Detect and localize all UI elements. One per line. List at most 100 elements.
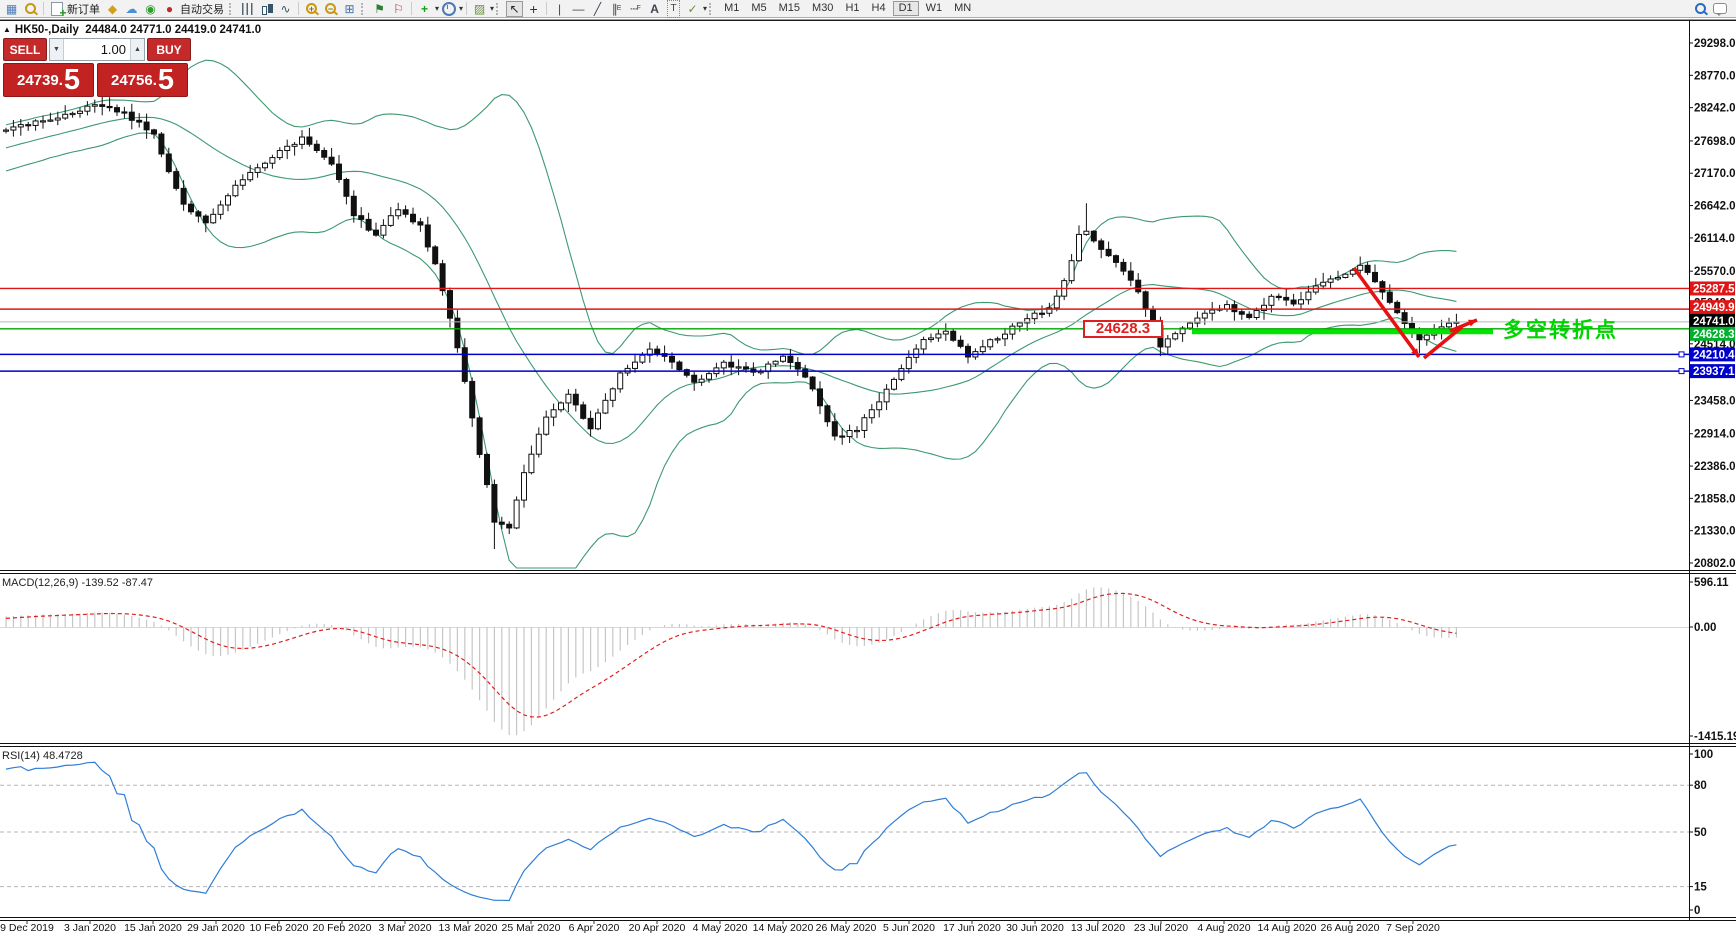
svg-text:20802.0: 20802.0 [1694, 558, 1736, 570]
svg-text:24741.0: 24741.0 [1693, 316, 1735, 328]
one-click-trading-panel: SELL ▼ 1.00 ▲ BUY 24739.5 24756.5 [3, 38, 191, 97]
svg-text:25570.0: 25570.0 [1694, 266, 1736, 278]
autotrading-label[interactable]: 自动交易 [180, 1, 224, 17]
bar-chart-icon[interactable] [239, 1, 256, 17]
date-axis: 9 Dec 20193 Jan 202015 Jan 202029 Jan 20… [0, 920, 1440, 934]
svg-text:17 Jun 2020: 17 Jun 2020 [943, 922, 1001, 934]
svg-text:3 Jan 2020: 3 Jan 2020 [64, 922, 116, 934]
price-tag-23937.1: 23937.1 [1690, 364, 1735, 378]
bollinger-lower-line [6, 133, 1456, 568]
timeframe-button-M1[interactable]: M1 [719, 1, 744, 16]
svg-text:4 May 2020: 4 May 2020 [693, 922, 748, 934]
svg-text:5 Jun 2020: 5 Jun 2020 [883, 922, 935, 934]
price-tag-24949.9: 24949.9 [1690, 300, 1735, 314]
line-chart-icon[interactable]: ∿ [277, 1, 294, 17]
svg-text:30 Jun 2020: 30 Jun 2020 [1006, 922, 1064, 934]
timeframe-button-MN[interactable]: MN [949, 1, 976, 16]
lot-increase-button[interactable]: ▲ [130, 39, 144, 60]
new-order-icon[interactable] [48, 1, 65, 17]
new-chart-dropdown-icon[interactable]: ▾ [435, 4, 439, 13]
svg-text:27170.0: 27170.0 [1694, 168, 1736, 180]
chart-window-icon[interactable]: ▦ [3, 1, 20, 17]
sell-button[interactable]: SELL [3, 38, 47, 61]
svg-text:23458.0: 23458.0 [1694, 395, 1736, 407]
periods-icon[interactable] [440, 1, 457, 17]
svg-text:21858.0: 21858.0 [1694, 493, 1736, 505]
timeframe-button-H1[interactable]: H1 [840, 1, 864, 16]
lot-decrease-button[interactable]: ▼ [50, 39, 64, 60]
new-order-label[interactable]: 新订单 [67, 1, 100, 17]
timeframe-button-D1[interactable]: D1 [893, 1, 919, 16]
price-tag-25287.5: 25287.5 [1690, 281, 1735, 295]
vertical-line-tool-icon[interactable]: | [551, 1, 568, 17]
svg-text:80: 80 [1694, 780, 1707, 792]
svg-text:20 Apr 2020: 20 Apr 2020 [629, 922, 686, 934]
svg-text:28242.0: 28242.0 [1694, 103, 1736, 115]
autotrading-icon[interactable]: ● [161, 1, 178, 17]
buy-button[interactable]: BUY [147, 38, 191, 61]
chart-title: ▲HK50-,Daily 24484.0 24771.0 24419.0 247… [3, 24, 261, 36]
svg-text:9 Dec 2019: 9 Dec 2019 [0, 922, 54, 934]
bollinger-middle-line [6, 117, 1456, 443]
line-handle[interactable] [1679, 369, 1684, 374]
timeframe-button-M30[interactable]: M30 [807, 1, 838, 16]
fibonacci-tool-icon[interactable]: ┄F [627, 1, 644, 17]
buy-price-main: 24756. [111, 66, 157, 96]
indicator-list-icon[interactable]: ⚐ [390, 1, 407, 17]
candlestick-chart-icon[interactable] [258, 1, 275, 17]
rsi-label: RSI(14) 48.4728 [2, 750, 83, 762]
templates-icon[interactable]: ▨ [471, 1, 488, 17]
lot-size-stepper: ▼ 1.00 ▲ [49, 38, 145, 61]
level-lines-layer[interactable] [0, 288, 1689, 373]
svg-text:22386.0: 22386.0 [1694, 461, 1736, 473]
svg-text:14 May 2020: 14 May 2020 [753, 922, 814, 934]
new-chart-icon[interactable]: + [416, 1, 433, 17]
sell-price-tile[interactable]: 24739.5 [3, 63, 94, 97]
arrows-tool-icon[interactable]: ✓ [684, 1, 701, 17]
channel-tool-icon[interactable]: ∥E [608, 1, 625, 17]
signals-icon[interactable]: ◉ [142, 1, 159, 17]
search-icon[interactable] [1692, 1, 1709, 17]
market-watch-icon[interactable] [22, 1, 39, 17]
price-tag-24741.0: 24741.0 [1690, 314, 1735, 328]
svg-text:23 Jul 2020: 23 Jul 2020 [1134, 922, 1188, 934]
timeframe-button-W1[interactable]: W1 [921, 1, 948, 16]
macd-signal-line [6, 593, 1456, 717]
lot-size-value[interactable]: 1.00 [64, 39, 130, 60]
buy-price-tile[interactable]: 24756.5 [97, 63, 188, 97]
svg-text:15 Jan 2020: 15 Jan 2020 [124, 922, 182, 934]
svg-text:4 Aug 2020: 4 Aug 2020 [1197, 922, 1250, 934]
community-icon[interactable]: ☁ [123, 1, 140, 17]
zoom-out-icon[interactable]: − [322, 1, 339, 17]
line-handle[interactable] [1679, 352, 1684, 357]
timeframe-button-M15[interactable]: M15 [774, 1, 805, 16]
price-annotation-box[interactable]: 24628.3 [1083, 320, 1163, 338]
timeframe-button-H4[interactable]: H4 [867, 1, 891, 16]
arrows-dropdown-icon[interactable]: ▾ [703, 4, 707, 13]
tile-windows-icon[interactable]: ⊞ [341, 1, 358, 17]
text-label-tool-icon[interactable]: T [665, 1, 682, 17]
timeframe-button-M5[interactable]: M5 [746, 1, 771, 16]
trendline-tool-icon[interactable]: ╱ [589, 1, 606, 17]
indicators-icon[interactable]: ⚑ [371, 1, 388, 17]
templates-dropdown-icon[interactable]: ▾ [490, 4, 494, 13]
periods-dropdown-icon[interactable]: ▾ [459, 4, 463, 13]
svg-text:-1415.19: -1415.19 [1694, 731, 1736, 743]
svg-text:24949.9: 24949.9 [1693, 302, 1735, 314]
crosshair-tool-icon[interactable]: + [525, 1, 542, 17]
macd-label: MACD(12,26,9) -139.52 -87.47 [2, 577, 153, 589]
text-tool-icon[interactable]: A [646, 1, 663, 17]
chat-icon[interactable] [1711, 1, 1728, 17]
svg-text:13 Jul 2020: 13 Jul 2020 [1071, 922, 1125, 934]
svg-text:27698.0: 27698.0 [1694, 136, 1736, 148]
oneclick-collapse-icon[interactable]: ▲ [3, 25, 11, 34]
mql5-wizard-icon[interactable]: ◆ [104, 1, 121, 17]
chart-canvas[interactable]: 29298.028770.028242.027698.027170.026642… [0, 0, 1736, 936]
symbol-period-label: HK50-,Daily [15, 24, 79, 36]
svg-text:0: 0 [1694, 905, 1700, 917]
horizontal-line-tool-icon[interactable]: — [570, 1, 587, 17]
turning-point-annotation[interactable]: 多空转折点 [1503, 314, 1618, 344]
cursor-tool-icon[interactable]: ↖ [506, 1, 523, 17]
zoom-in-icon[interactable]: + [303, 1, 320, 17]
svg-text:10 Feb 2020: 10 Feb 2020 [250, 922, 309, 934]
